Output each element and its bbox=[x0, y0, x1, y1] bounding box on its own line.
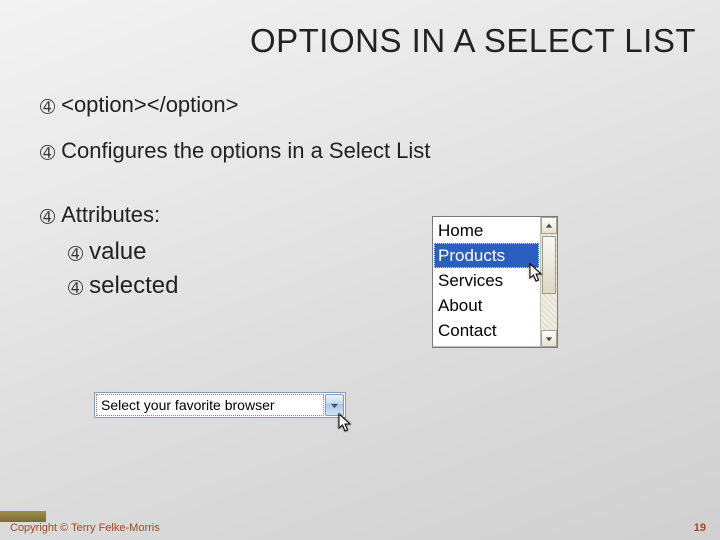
copyright-footer: Copyright © Terry Felke-Morris bbox=[10, 522, 160, 534]
bullet-2: ➃ Configures the options in a Select Lis… bbox=[40, 138, 680, 164]
bullet-marker: ➃ bbox=[68, 245, 83, 263]
scroll-down-button[interactable] bbox=[541, 330, 557, 347]
dropdown-selected-text: Select your favorite browser bbox=[96, 394, 324, 416]
bullet-1: ➃ <option></option> bbox=[40, 92, 680, 118]
page-number: 19 bbox=[694, 522, 706, 534]
bullet-2-text: Configures the options in a Select List bbox=[61, 138, 430, 164]
bullet-3: ➃ Attributes: bbox=[40, 202, 680, 228]
cursor-icon bbox=[338, 413, 354, 435]
bullet-marker: ➃ bbox=[40, 144, 55, 162]
slide-title: OPTIONS IN A SELECT LIST bbox=[160, 22, 696, 60]
listbox-item-selected[interactable]: Products bbox=[434, 243, 539, 268]
bullet-marker: ➃ bbox=[40, 98, 55, 116]
listbox-item[interactable]: Services bbox=[434, 268, 539, 293]
bullet-marker: ➃ bbox=[40, 208, 55, 226]
select-listbox[interactable]: Home Products Services About Contact bbox=[432, 216, 558, 348]
listbox-items: Home Products Services About Contact bbox=[434, 218, 539, 346]
chevron-up-icon bbox=[545, 222, 553, 230]
bullet-list: ➃ <option></option> ➃ Configures the opt… bbox=[40, 92, 680, 306]
scroll-up-button[interactable] bbox=[541, 217, 557, 234]
sub-bullet-2: ➃ selected bbox=[68, 272, 680, 300]
chevron-down-icon bbox=[330, 401, 339, 410]
sub-bullet-1: ➃ value bbox=[68, 238, 680, 266]
accent-bar bbox=[0, 511, 46, 522]
bullet-3-text: Attributes: bbox=[61, 202, 160, 228]
cursor-icon bbox=[529, 263, 545, 285]
sub-bullet-1-text: value bbox=[89, 238, 146, 266]
bullet-1-text: <option></option> bbox=[61, 92, 238, 118]
sub-bullet-2-text: selected bbox=[89, 272, 178, 300]
listbox-item[interactable]: About bbox=[434, 293, 539, 318]
bullet-marker: ➃ bbox=[68, 279, 83, 297]
listbox-item[interactable]: Home bbox=[434, 218, 539, 243]
listbox-item[interactable]: Contact bbox=[434, 318, 539, 343]
select-dropdown[interactable]: Select your favorite browser bbox=[94, 392, 346, 418]
chevron-down-icon bbox=[545, 335, 553, 343]
